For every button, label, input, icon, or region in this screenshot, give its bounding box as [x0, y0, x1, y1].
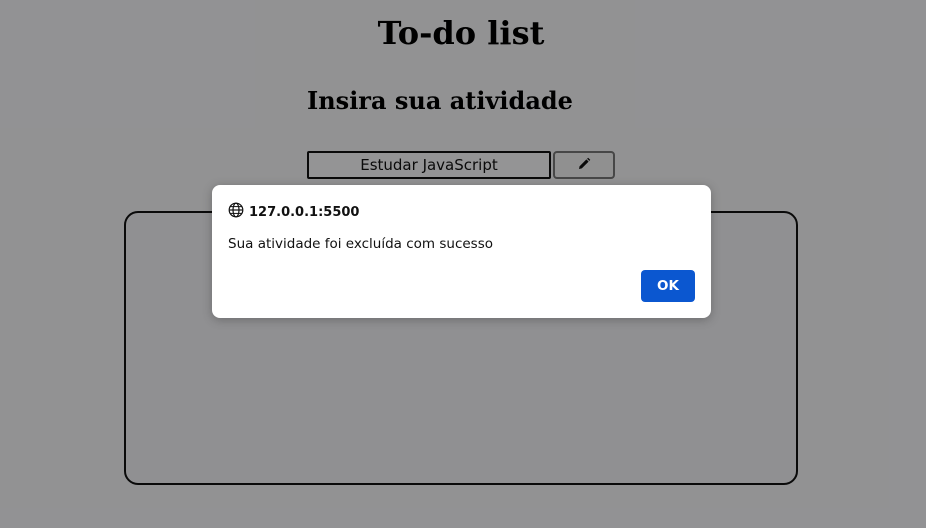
- alert-dialog: 127.0.0.1:5500 Sua atividade foi excluíd…: [212, 185, 711, 318]
- dialog-origin-text: 127.0.0.1:5500: [249, 205, 360, 220]
- dialog-origin: 127.0.0.1:5500: [228, 202, 359, 223]
- globe-icon: [228, 202, 244, 223]
- ok-button[interactable]: OK: [641, 270, 695, 302]
- dialog-message: Sua atividade foi excluída com sucesso: [228, 236, 494, 252]
